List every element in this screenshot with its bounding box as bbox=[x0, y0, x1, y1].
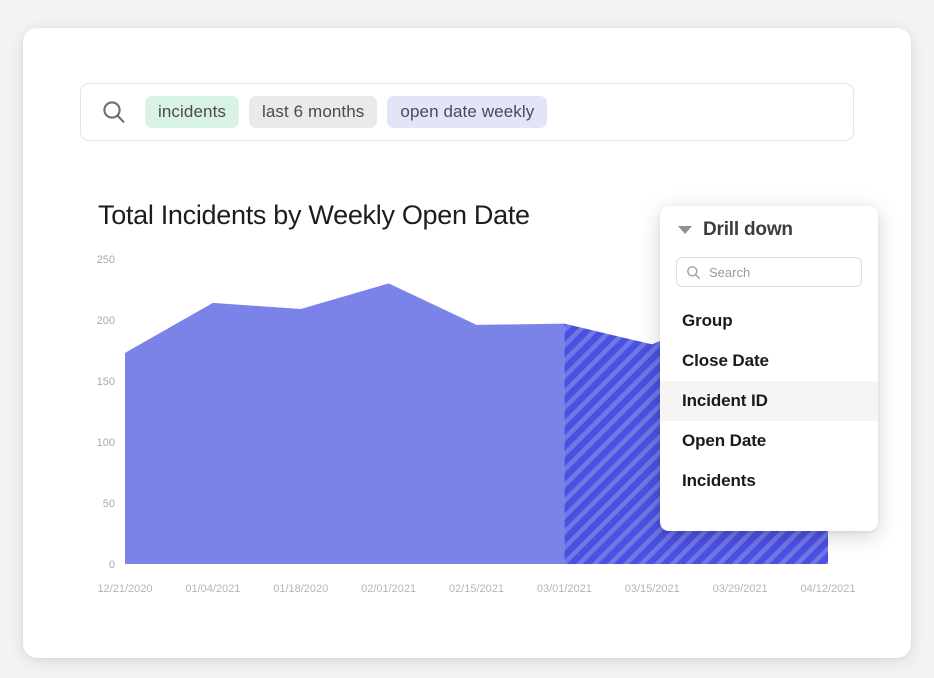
y-axis-tick-label: 250 bbox=[97, 254, 115, 266]
drill-down-search[interactable]: Search bbox=[676, 257, 862, 287]
drill-down-item[interactable]: Incidents bbox=[660, 461, 878, 501]
x-axis-ticks: 12/21/2020 01/04/2021 01/18/2020 02/01/2021… bbox=[97, 583, 855, 595]
x-axis-tick-label: 03/01/2021 bbox=[537, 583, 592, 595]
drill-down-item[interactable]: Group bbox=[660, 301, 878, 341]
dashboard-card: incidents last 6 months open date weekly… bbox=[23, 28, 911, 658]
filter-chip-incidents[interactable]: incidents bbox=[145, 96, 239, 128]
drill-down-item[interactable]: Close Date bbox=[660, 341, 878, 381]
drill-down-item[interactable]: Incident ID bbox=[660, 381, 878, 421]
drill-down-menu: Group Close Date Incident ID Open Date Incid… bbox=[660, 301, 878, 501]
drill-down-search-placeholder: Search bbox=[709, 264, 751, 280]
y-axis-tick-label: 0 bbox=[109, 559, 115, 571]
y-axis-tick-label: 50 bbox=[103, 498, 115, 510]
x-axis-tick-label: 01/04/2021 bbox=[185, 583, 240, 595]
x-axis-tick-label: 12/21/2020 bbox=[97, 583, 152, 595]
x-axis-tick-label: 03/15/2021 bbox=[625, 583, 680, 595]
filter-chip-grouping[interactable]: open date weekly bbox=[387, 96, 548, 128]
y-axis-ticks: 0 50 100 150 200 250 bbox=[97, 254, 115, 571]
y-axis-tick-label: 200 bbox=[97, 315, 115, 327]
filter-chip-timeframe[interactable]: last 6 months bbox=[249, 96, 378, 128]
search-filter-bar[interactable]: incidents last 6 months open date weekly bbox=[80, 83, 854, 141]
drill-down-title: Drill down bbox=[703, 219, 793, 240]
drill-down-panel: Drill down Search Group Close Date Inciden… bbox=[660, 206, 878, 531]
x-axis-tick-label: 04/12/2021 bbox=[800, 583, 855, 595]
search-icon bbox=[103, 101, 125, 123]
x-axis-tick-label: 01/18/2020 bbox=[273, 583, 328, 595]
x-axis-tick-label: 02/01/2021 bbox=[361, 583, 416, 595]
y-axis-tick-label: 150 bbox=[97, 376, 115, 388]
drill-down-item[interactable]: Open Date bbox=[660, 421, 878, 461]
x-axis-tick-label: 03/29/2021 bbox=[713, 583, 768, 595]
drill-down-header[interactable]: Drill down bbox=[660, 206, 878, 254]
x-axis-tick-label: 02/15/2021 bbox=[449, 583, 504, 595]
app-root: incidents last 6 months open date weekly… bbox=[0, 0, 934, 678]
chart-title: Total Incidents by Weekly Open Date bbox=[98, 200, 530, 230]
caret-down-icon[interactable] bbox=[678, 226, 692, 234]
search-icon bbox=[687, 265, 700, 279]
area-series-actual bbox=[125, 283, 565, 564]
y-axis-tick-label: 100 bbox=[97, 437, 115, 449]
